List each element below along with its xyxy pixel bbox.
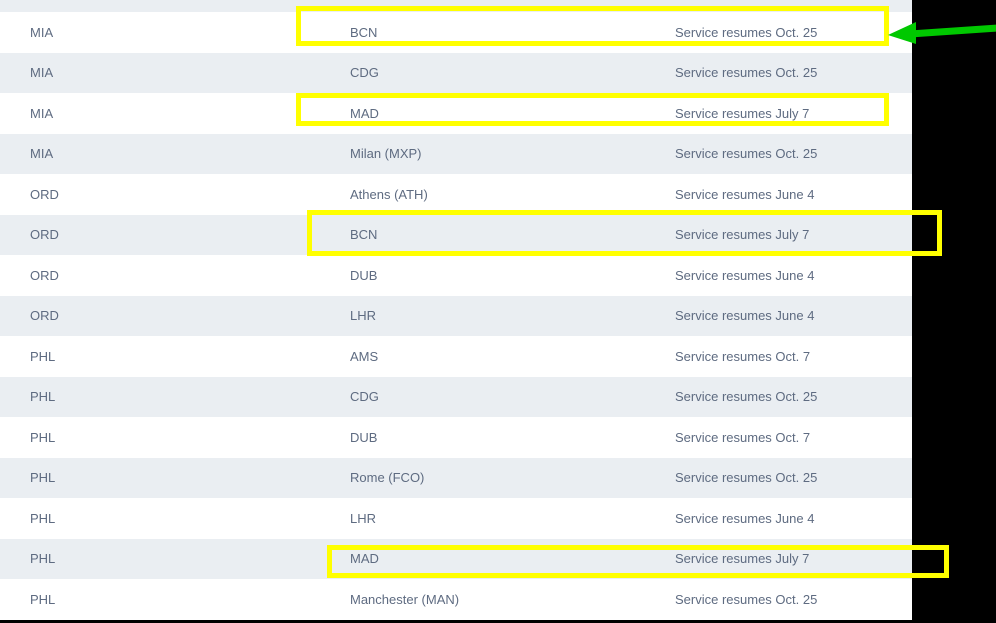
destination-cell: LHR [350, 308, 675, 323]
status-cell: Service resumes Oct. 25 [675, 65, 912, 80]
destination-cell: Manchester (MAN) [350, 592, 675, 607]
origin-cell: MIA [0, 25, 350, 40]
origin-cell: PHL [0, 389, 350, 404]
destination-cell: DUB [350, 268, 675, 283]
table-row: PHLDUBService resumes Oct. 7 [0, 417, 912, 458]
table-row: PHLMADService resumes July 7 [0, 539, 912, 580]
status-cell: Service resumes June 4 [675, 187, 912, 202]
destination-cell: Rome (FCO) [350, 470, 675, 485]
destination-cell: MAD [350, 551, 675, 566]
flight-schedule-table: MIABCNService resumes Oct. 25MIACDGServi… [0, 0, 912, 620]
table-row: ORDLHRService resumes June 4 [0, 296, 912, 337]
destination-cell: MAD [350, 106, 675, 121]
table-row: MIACDGService resumes Oct. 25 [0, 53, 912, 94]
destination-cell: Athens (ATH) [350, 187, 675, 202]
status-cell: Service resumes Oct. 25 [675, 470, 912, 485]
table-row: PHLCDGService resumes Oct. 25 [0, 377, 912, 418]
origin-cell: PHL [0, 430, 350, 445]
status-cell: Service resumes June 4 [675, 308, 912, 323]
table-row: MIAMilan (MXP)Service resumes Oct. 25 [0, 134, 912, 175]
origin-cell: PHL [0, 470, 350, 485]
table-row: ORDBCNService resumes July 7 [0, 215, 912, 256]
destination-cell: BCN [350, 227, 675, 242]
table-header-row [0, 0, 912, 12]
status-cell: Service resumes Oct. 7 [675, 349, 912, 364]
origin-cell: PHL [0, 349, 350, 364]
table-row: PHLManchester (MAN)Service resumes Oct. … [0, 579, 912, 620]
origin-cell: ORD [0, 227, 350, 242]
table-row: MIAMADService resumes July 7 [0, 93, 912, 134]
origin-cell: ORD [0, 187, 350, 202]
status-cell: Service resumes Oct. 25 [675, 146, 912, 161]
origin-cell: PHL [0, 592, 350, 607]
destination-cell: DUB [350, 430, 675, 445]
status-cell: Service resumes June 4 [675, 268, 912, 283]
status-cell: Service resumes Oct. 25 [675, 389, 912, 404]
origin-cell: PHL [0, 551, 350, 566]
origin-cell: MIA [0, 106, 350, 121]
table-row: ORDAthens (ATH)Service resumes June 4 [0, 174, 912, 215]
arrow-icon [888, 16, 996, 44]
status-cell: Service resumes Oct. 25 [675, 25, 912, 40]
origin-cell: PHL [0, 511, 350, 526]
origin-cell: MIA [0, 65, 350, 80]
destination-cell: CDG [350, 65, 675, 80]
table-row: MIABCNService resumes Oct. 25 [0, 12, 912, 53]
destination-cell: LHR [350, 511, 675, 526]
status-cell: Service resumes Oct. 25 [675, 592, 912, 607]
status-cell: Service resumes July 7 [675, 106, 912, 121]
origin-cell: MIA [0, 146, 350, 161]
origin-cell: ORD [0, 268, 350, 283]
destination-cell: CDG [350, 389, 675, 404]
origin-cell: ORD [0, 308, 350, 323]
destination-cell: BCN [350, 25, 675, 40]
table-row: PHLAMSService resumes Oct. 7 [0, 336, 912, 377]
status-cell: Service resumes June 4 [675, 511, 912, 526]
table-row: PHLLHRService resumes June 4 [0, 498, 912, 539]
destination-cell: Milan (MXP) [350, 146, 675, 161]
table-row: ORDDUBService resumes June 4 [0, 255, 912, 296]
table-row: PHLRome (FCO)Service resumes Oct. 25 [0, 458, 912, 499]
destination-cell: AMS [350, 349, 675, 364]
status-cell: Service resumes July 7 [675, 551, 912, 566]
status-cell: Service resumes July 7 [675, 227, 912, 242]
status-cell: Service resumes Oct. 7 [675, 430, 912, 445]
